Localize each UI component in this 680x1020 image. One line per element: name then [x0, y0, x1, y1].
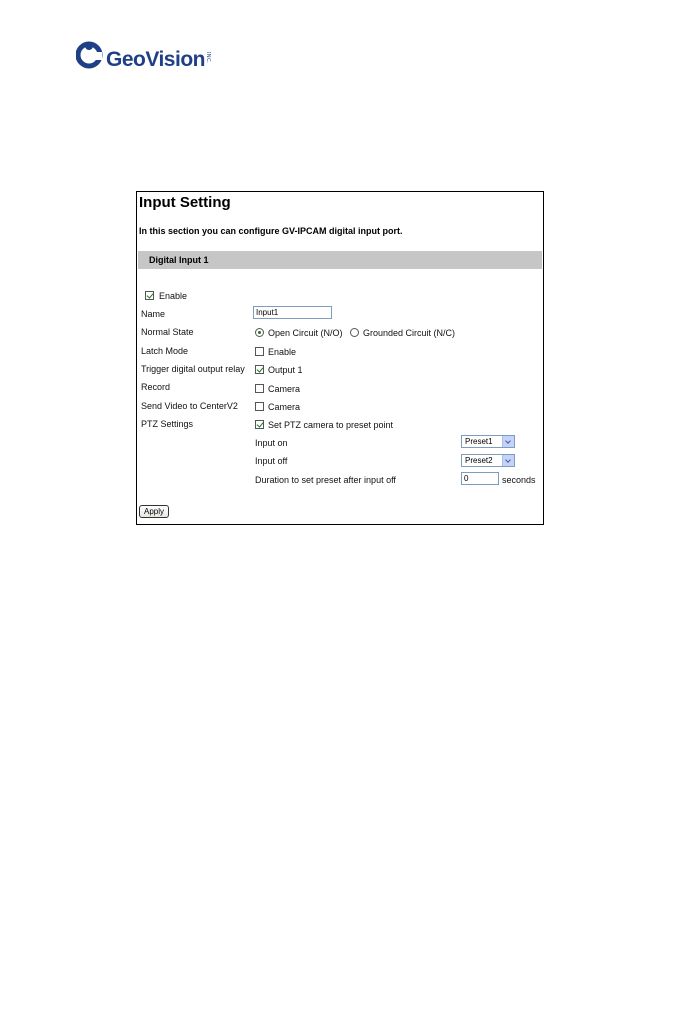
ptz-settings-label: PTZ Settings	[141, 419, 194, 429]
record-camera-label: Camera	[268, 384, 301, 394]
send-video-camera-label: Camera	[268, 402, 301, 412]
section-header: Digital Input 1	[138, 251, 542, 269]
trigger-relay-label: Trigger digital output relay	[141, 364, 245, 374]
radio-open-circuit-label: Open Circuit (N/O)	[268, 328, 343, 338]
chevron-down-icon[interactable]	[502, 436, 514, 447]
enable-label: Enable	[159, 291, 188, 301]
input-on-value: Preset1	[465, 437, 493, 446]
latch-enable-checkbox[interactable]	[255, 347, 264, 356]
ptz-preset-checkbox[interactable]	[255, 420, 264, 429]
radio-grounded-circuit-label: Grounded Circuit (N/C)	[363, 328, 456, 338]
geovision-logo: GeoVision INC.	[76, 38, 216, 74]
input-on-label: Input on	[255, 438, 288, 448]
page-description: In this section you can configure GV-IPC…	[139, 226, 403, 236]
input-on-select[interactable]: Preset1	[461, 435, 515, 448]
record-camera-checkbox[interactable]	[255, 384, 264, 393]
record-label: Record	[141, 382, 171, 392]
enable-checkbox[interactable]	[145, 291, 154, 300]
input-off-value: Preset2	[465, 456, 493, 465]
chevron-down-icon[interactable]	[502, 455, 514, 466]
page-title: Input Setting	[139, 194, 231, 211]
duration-label: Duration to set preset after input off	[255, 475, 396, 485]
send-video-label: Send Video to CenterV2	[141, 401, 238, 411]
logo-suffix: INC.	[205, 52, 211, 64]
geovision-logo-icon	[76, 41, 103, 69]
input-setting-panel: Input Setting In this section you can co…	[136, 191, 544, 525]
ptz-preset-label: Set PTZ camera to preset point	[268, 420, 394, 430]
output1-label: Output 1	[268, 365, 303, 375]
apply-button[interactable]: Apply	[139, 505, 169, 518]
section-title: Digital Input 1	[149, 255, 209, 265]
normal-state-label: Normal State	[141, 327, 194, 337]
duration-unit: seconds	[502, 475, 536, 485]
logo-text: GeoVision	[106, 48, 205, 71]
input-off-label: Input off	[255, 456, 288, 466]
latch-mode-label: Latch Mode	[141, 346, 189, 356]
duration-input[interactable]: 0	[461, 472, 499, 485]
latch-enable-label: Enable	[268, 347, 297, 357]
name-input[interactable]: Input1	[253, 306, 332, 319]
output1-checkbox[interactable]	[255, 365, 264, 374]
radio-open-circuit[interactable]	[255, 328, 264, 337]
radio-grounded-circuit[interactable]	[350, 328, 359, 337]
name-label: Name	[141, 309, 166, 319]
send-video-camera-checkbox[interactable]	[255, 402, 264, 411]
input-off-select[interactable]: Preset2	[461, 454, 515, 467]
